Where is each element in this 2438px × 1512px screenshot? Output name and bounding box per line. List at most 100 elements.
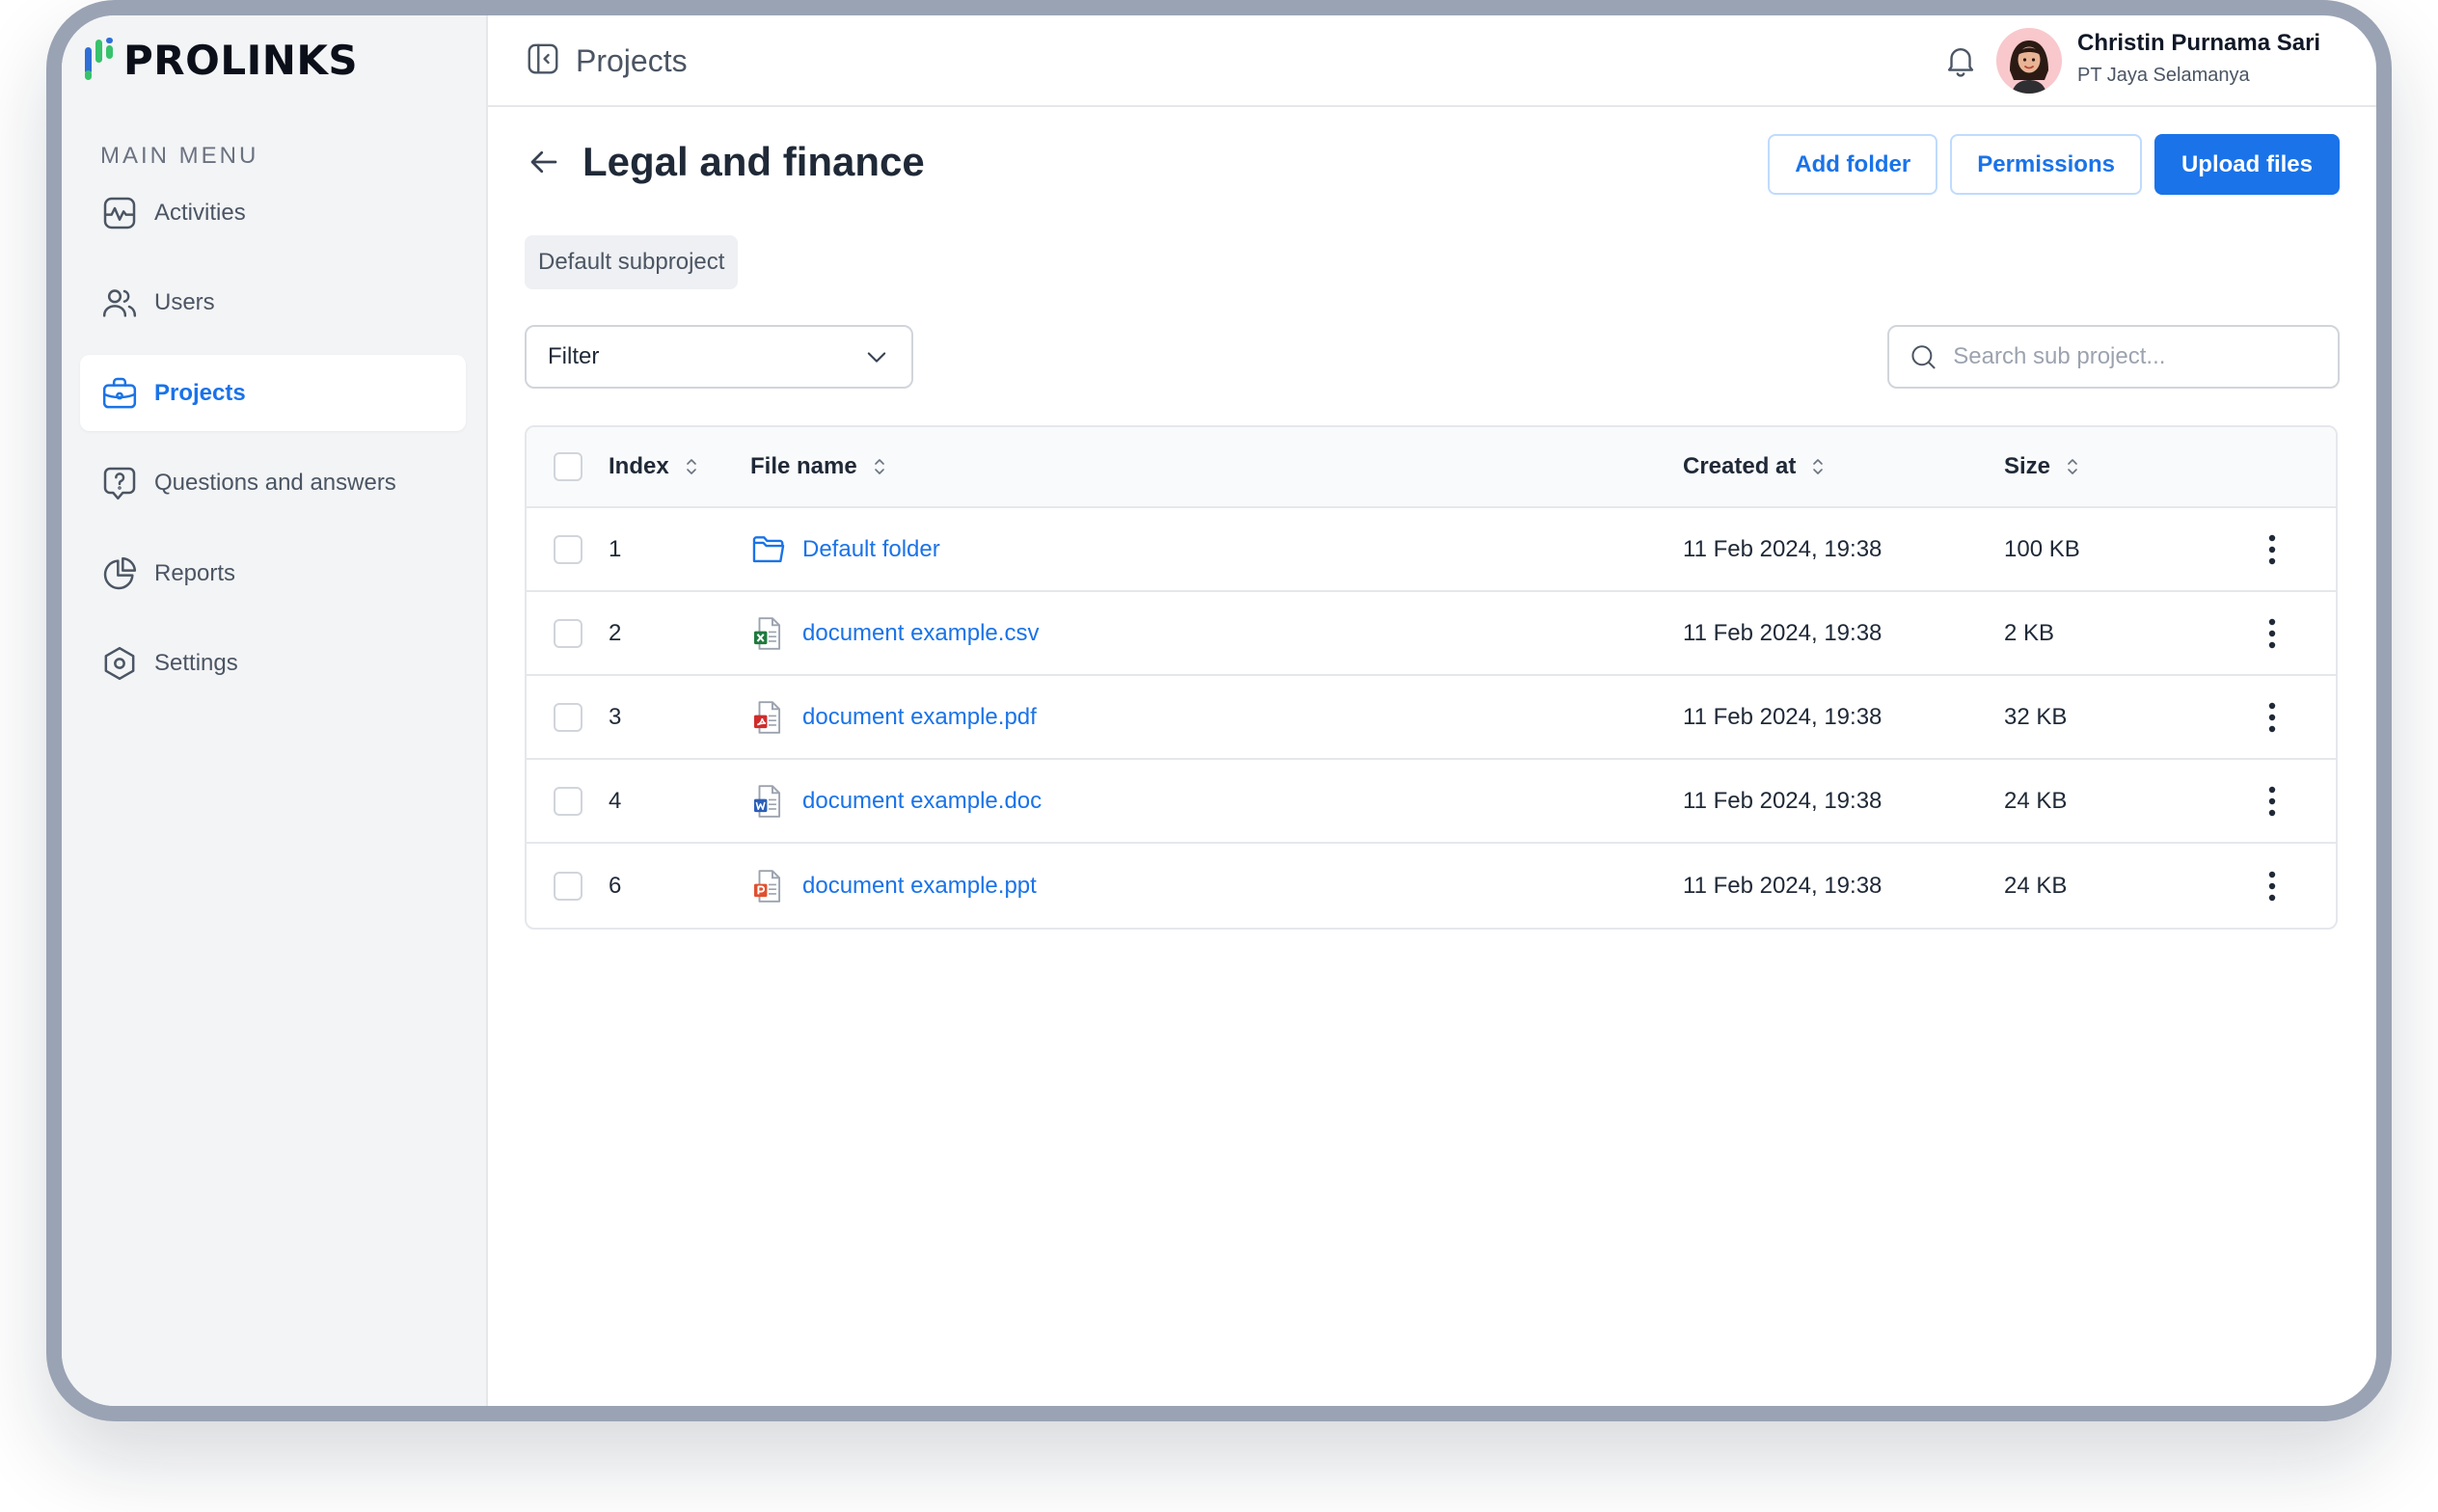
subproject-chip[interactable]: Default subproject [525, 235, 739, 289]
row-size: 32 KB [2004, 703, 2068, 730]
row-created-at: 11 Feb 2024, 19:38 [1683, 872, 1883, 899]
question-bubble-icon [103, 467, 136, 500]
row-index: 1 [609, 535, 622, 562]
table-row[interactable]: 3 document example.pdf 11 Feb 2024, 19:3… [527, 676, 2336, 760]
file-name-link[interactable]: Default folder [802, 536, 940, 563]
page-actions: Add folder Permissions Upload files [1768, 134, 2340, 195]
column-label: File name [750, 453, 857, 479]
row-created-at: 11 Feb 2024, 19:38 [1683, 535, 1883, 562]
sidebar-item-label: Settings [154, 650, 238, 676]
sort-icon [1813, 459, 1824, 474]
page-header: Legal and finance [527, 139, 925, 185]
more-options-icon[interactable] [2267, 870, 2277, 903]
row-size: 2 KB [2004, 619, 2055, 646]
file-name-link[interactable]: document example.ppt [802, 873, 1037, 900]
search-box[interactable] [1887, 325, 2340, 389]
powerpoint-file-icon [753, 869, 781, 903]
device-frame: PROLINKS MAIN MENU Activities Users Proj… [46, 0, 2392, 1421]
breadcrumb[interactable]: Projects [576, 43, 688, 79]
logo-mark-icon [83, 37, 118, 84]
row-checkbox[interactable] [554, 702, 582, 732]
row-index: 2 [609, 619, 622, 646]
add-folder-button[interactable]: Add folder [1768, 134, 1938, 195]
sidebar-item-label: Activities [154, 199, 246, 226]
row-created-at: 11 Feb 2024, 19:38 [1683, 619, 1883, 646]
table-row[interactable]: 2 document example.csv 11 Feb 2024, 19:3… [527, 592, 2336, 676]
column-label: Created at [1683, 453, 1797, 479]
sidebar-item-projects[interactable]: Projects [80, 355, 466, 431]
row-checkbox[interactable] [554, 534, 582, 564]
briefcase-icon [102, 377, 137, 408]
row-size: 100 KB [2004, 535, 2080, 562]
table-row[interactable]: 1 Default folder 11 Feb 2024, 19:38 100 … [527, 508, 2336, 592]
filter-dropdown[interactable]: Filter [525, 325, 913, 389]
csv-file-icon [753, 616, 781, 650]
file-name-link[interactable]: document example.pdf [802, 704, 1037, 731]
column-header-created-at[interactable]: Created at [1683, 427, 1825, 506]
sidebar-item-settings[interactable]: Settings [80, 626, 466, 702]
row-size: 24 KB [2004, 787, 2068, 814]
sort-icon [874, 459, 884, 474]
select-all-checkbox[interactable] [554, 452, 582, 481]
sidebar-toggle-icon[interactable] [525, 40, 561, 77]
row-checkbox[interactable] [554, 871, 582, 901]
brand-name: PROLINKS [123, 37, 359, 84]
sidebar-item-reports[interactable]: Reports [80, 535, 466, 611]
row-checkbox[interactable] [554, 618, 582, 648]
sidebar-item-label: Questions and answers [154, 470, 396, 496]
table-row[interactable]: 4 document example.doc 11 Feb 2024, 19:3… [527, 760, 2336, 844]
table-row[interactable]: 6 document example.ppt 11 Feb 2024, 19:3… [527, 844, 2336, 928]
filter-label: Filter [548, 343, 600, 369]
files-table: Index File name Created at Size 1 Defaul… [525, 425, 2338, 930]
more-options-icon[interactable] [2267, 701, 2277, 734]
more-options-icon[interactable] [2267, 785, 2277, 818]
settings-hexagon-icon [104, 646, 135, 681]
file-name-link[interactable]: document example.doc [802, 788, 1042, 815]
more-options-icon[interactable] [2267, 617, 2277, 650]
more-options-icon[interactable] [2267, 533, 2277, 566]
sidebar: PROLINKS MAIN MENU Activities Users Proj… [62, 15, 488, 1406]
top-bar: Projects Christin Purnama Sari PT Jaya S… [488, 15, 2376, 107]
row-size: 24 KB [2004, 872, 2068, 899]
sidebar-item-label: Reports [154, 559, 236, 586]
back-arrow-icon[interactable] [527, 145, 561, 179]
column-header-size[interactable]: Size [2004, 427, 2079, 506]
activity-icon [103, 197, 136, 229]
sort-icon [2068, 459, 2077, 474]
users-icon [102, 289, 137, 317]
column-header-index[interactable]: Index [609, 427, 698, 506]
brand-logo[interactable]: PROLINKS [83, 37, 358, 84]
row-created-at: 11 Feb 2024, 19:38 [1683, 787, 1883, 814]
main-menu: Activities Users Projects Questions and … [80, 175, 466, 716]
row-created-at: 11 Feb 2024, 19:38 [1683, 703, 1883, 730]
pie-chart-icon [103, 556, 137, 589]
search-input[interactable] [1953, 343, 2318, 370]
folder-icon [752, 535, 785, 562]
sidebar-item-users[interactable]: Users [80, 265, 466, 341]
sidebar-item-questions[interactable]: Questions and answers [80, 446, 466, 522]
row-index: 3 [609, 703, 622, 730]
search-icon [1911, 345, 1936, 369]
file-name-link[interactable]: document example.csv [802, 620, 1039, 647]
row-checkbox[interactable] [554, 786, 582, 816]
chevron-down-icon [867, 352, 886, 363]
sidebar-item-activities[interactable]: Activities [80, 175, 466, 251]
notification-bell-icon[interactable] [1942, 40, 1979, 81]
sidebar-item-label: Users [154, 289, 215, 315]
permissions-button[interactable]: Permissions [1950, 134, 2142, 195]
sort-icon [686, 459, 696, 474]
sidebar-item-label: Projects [154, 379, 246, 406]
column-label: Size [2004, 453, 2051, 479]
column-label: Index [609, 453, 669, 479]
user-name[interactable]: Christin Purnama Sari [2077, 30, 2320, 57]
main-content: Projects Christin Purnama Sari PT Jaya S… [488, 15, 2376, 1406]
page-title: Legal and finance [582, 139, 925, 184]
row-index: 4 [609, 787, 622, 814]
pdf-file-icon [753, 700, 781, 734]
upload-files-button[interactable]: Upload files [2154, 134, 2340, 195]
user-portrait-icon [1996, 28, 2062, 94]
word-file-icon [753, 784, 781, 818]
avatar[interactable] [1996, 28, 2062, 94]
column-header-file-name[interactable]: File name [750, 427, 886, 506]
row-index: 6 [609, 872, 622, 899]
